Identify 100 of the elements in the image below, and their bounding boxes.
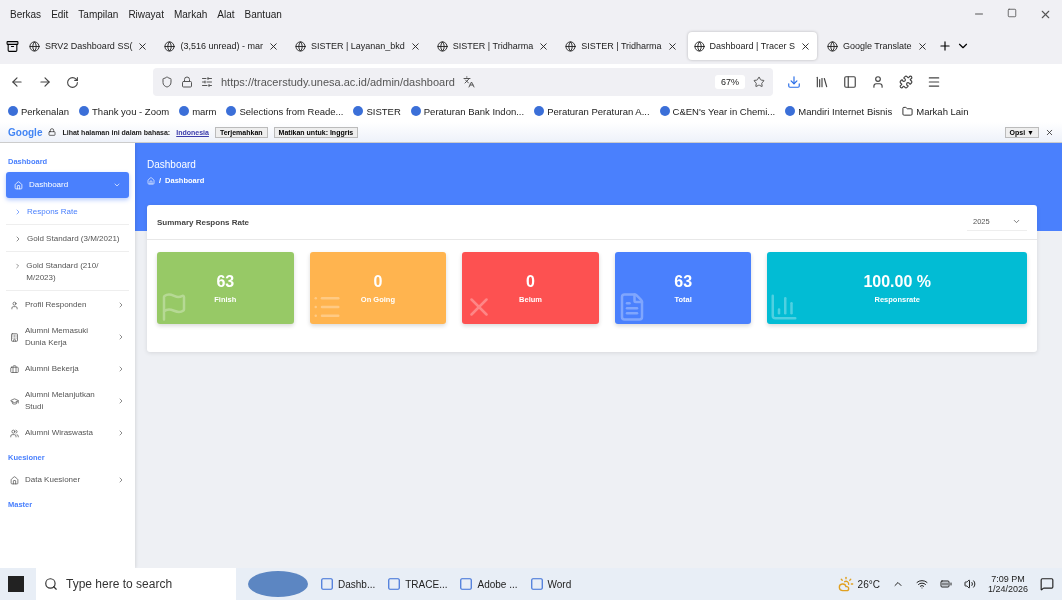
- submenu-item[interactable]: Gold Standard (210/ M/2023): [6, 254, 129, 291]
- browser-tab[interactable]: Google Translate: [820, 32, 934, 60]
- bookmark[interactable]: C&EN's Year in Chemi...: [659, 105, 776, 117]
- library-icon[interactable]: [815, 75, 829, 89]
- zoom-level[interactable]: 67%: [715, 75, 745, 89]
- bookmark[interactable]: Selections from Reade...: [226, 105, 344, 117]
- app-icon: [387, 577, 402, 591]
- chevron-right-icon: [117, 476, 125, 484]
- close-icon[interactable]: [538, 40, 550, 52]
- close-icon[interactable]: [1045, 127, 1054, 137]
- notification-icon[interactable]: [1040, 577, 1054, 591]
- sidebar-item[interactable]: Profil Responden: [6, 293, 129, 317]
- sidebar-item[interactable]: Alumni Wiraswasta: [6, 421, 129, 445]
- graduation-cap-icon: [10, 396, 19, 406]
- google-logo: Google: [8, 126, 43, 138]
- account-icon[interactable]: [871, 75, 885, 89]
- menu-item[interactable]: Markah: [173, 8, 208, 20]
- globe-icon: [436, 40, 448, 52]
- weather[interactable]: 26°C: [837, 576, 880, 592]
- menu-item[interactable]: Edit: [51, 8, 69, 20]
- globe-icon: [294, 40, 306, 52]
- sidebar-item[interactable]: Dashboard: [6, 172, 129, 198]
- close-icon[interactable]: [409, 40, 421, 52]
- menu-item[interactable]: Berkas: [10, 8, 42, 20]
- app-icon: [320, 577, 334, 591]
- stat-value: 0: [526, 272, 535, 291]
- sidebar-item[interactable]: Alumni Bekerja: [6, 357, 129, 381]
- close-icon[interactable]: [799, 40, 811, 52]
- browser-tab[interactable]: Dashboard | Tracer S: [687, 32, 817, 60]
- home-icon: [10, 475, 19, 485]
- start-icon[interactable]: [8, 576, 24, 592]
- bookmark-icon: [659, 106, 670, 116]
- extensions-icon[interactable]: [899, 75, 913, 89]
- tab-tray-icon[interactable]: [6, 39, 19, 53]
- bookmark[interactable]: Peraturan Bank Indon...: [410, 105, 525, 117]
- globe-icon: [164, 40, 176, 52]
- menu-item[interactable]: Riwayat: [128, 8, 164, 20]
- chevron-right-icon: [14, 235, 22, 243]
- close-icon[interactable]: [267, 40, 279, 52]
- chevron-right-icon: [14, 208, 22, 216]
- browser-tab[interactable]: SISTER | Layanan_bkd: [288, 32, 427, 60]
- chevron-right-icon: [117, 333, 125, 341]
- stat-value: 100.00 %: [863, 272, 931, 291]
- reload-icon[interactable]: [66, 75, 79, 89]
- sidebar-item[interactable]: Alumni Melanjutkan Studi: [6, 383, 129, 419]
- close-icon[interactable]: [137, 40, 149, 52]
- star-icon[interactable]: [753, 76, 765, 88]
- forward-icon[interactable]: [38, 75, 52, 89]
- menu-item[interactable]: Bantuan: [244, 8, 282, 20]
- download-icon[interactable]: [787, 75, 801, 89]
- clock[interactable]: 7:09 PM 1/24/2026: [987, 574, 1028, 594]
- close-icon[interactable]: [916, 40, 928, 52]
- submenu-item[interactable]: Gold Standard (3/M/2021): [6, 227, 129, 252]
- taskbar-app[interactable]: Dashb...: [320, 577, 376, 591]
- menu-item[interactable]: Tampilan: [78, 8, 119, 20]
- taskbar-app[interactable]: Word: [529, 577, 572, 591]
- bookmark[interactable]: Peraturan Peraturan A...: [534, 105, 650, 117]
- stat-value: 63: [216, 272, 235, 291]
- battery-icon[interactable]: [939, 578, 952, 590]
- bookmark[interactable]: Mandiri Internet Bisnis: [785, 105, 893, 117]
- permissions-icon[interactable]: [201, 76, 213, 88]
- taskbar-search-field[interactable]: Type here to search: [36, 568, 236, 600]
- bookmark[interactable]: Perkenalan: [8, 105, 70, 117]
- bookmark[interactable]: marm: [179, 105, 217, 117]
- app-icon: [459, 577, 474, 591]
- taskbar-app[interactable]: Adobe ...: [459, 577, 518, 591]
- sidebar-icon[interactable]: [843, 75, 857, 89]
- folder-icon: [902, 105, 914, 117]
- browser-tab[interactable]: (3,516 unread) - mar: [158, 32, 285, 60]
- translate-icon[interactable]: [463, 76, 475, 88]
- menu-icon[interactable]: [927, 75, 941, 89]
- users-icon: [10, 428, 19, 438]
- maximize-icon[interactable]: [1007, 7, 1017, 18]
- back-icon[interactable]: [10, 75, 24, 89]
- bookmark[interactable]: Markah Lain: [902, 105, 969, 117]
- taskbar-app[interactable]: TRACE...: [387, 577, 448, 591]
- volume-icon[interactable]: [963, 578, 976, 590]
- sidebar-item[interactable]: Data Kuesioner: [6, 468, 129, 492]
- browser-tab[interactable]: SRV2 Dashboard SS(: [23, 32, 155, 60]
- bookmark-icon: [179, 106, 190, 116]
- chevron-right-icon: [117, 301, 125, 309]
- menu-item[interactable]: Alat: [217, 8, 235, 20]
- bookmark[interactable]: SISTER: [353, 105, 401, 117]
- bookmark[interactable]: Thank you - Zoom: [79, 105, 170, 117]
- wifi-icon[interactable]: [915, 578, 928, 590]
- chevron-right-icon: [14, 262, 22, 270]
- new-tab-icon[interactable]: [937, 39, 952, 53]
- search-icon: [44, 577, 58, 591]
- bookmark-icon: [410, 106, 421, 116]
- close-icon[interactable]: [666, 40, 678, 52]
- weather-icon: [837, 576, 854, 592]
- page-title: Dashboard: [147, 159, 197, 170]
- photo-placeholder: [248, 571, 308, 597]
- bookmark-icon: [534, 106, 545, 116]
- submenu-item[interactable]: Respons Rate: [6, 200, 129, 225]
- app-icon: [529, 577, 544, 591]
- browser-tab[interactable]: SISTER | Tridharma: [559, 32, 684, 60]
- sidebar-item[interactable]: Alumni Memasuki Dunia Kerja: [6, 319, 129, 355]
- address-field[interactable]: https://tracerstudy.unesa.ac.id/admin/dashboard 67%: [153, 68, 773, 96]
- browser-tab[interactable]: SISTER | Tridharma: [430, 32, 556, 60]
